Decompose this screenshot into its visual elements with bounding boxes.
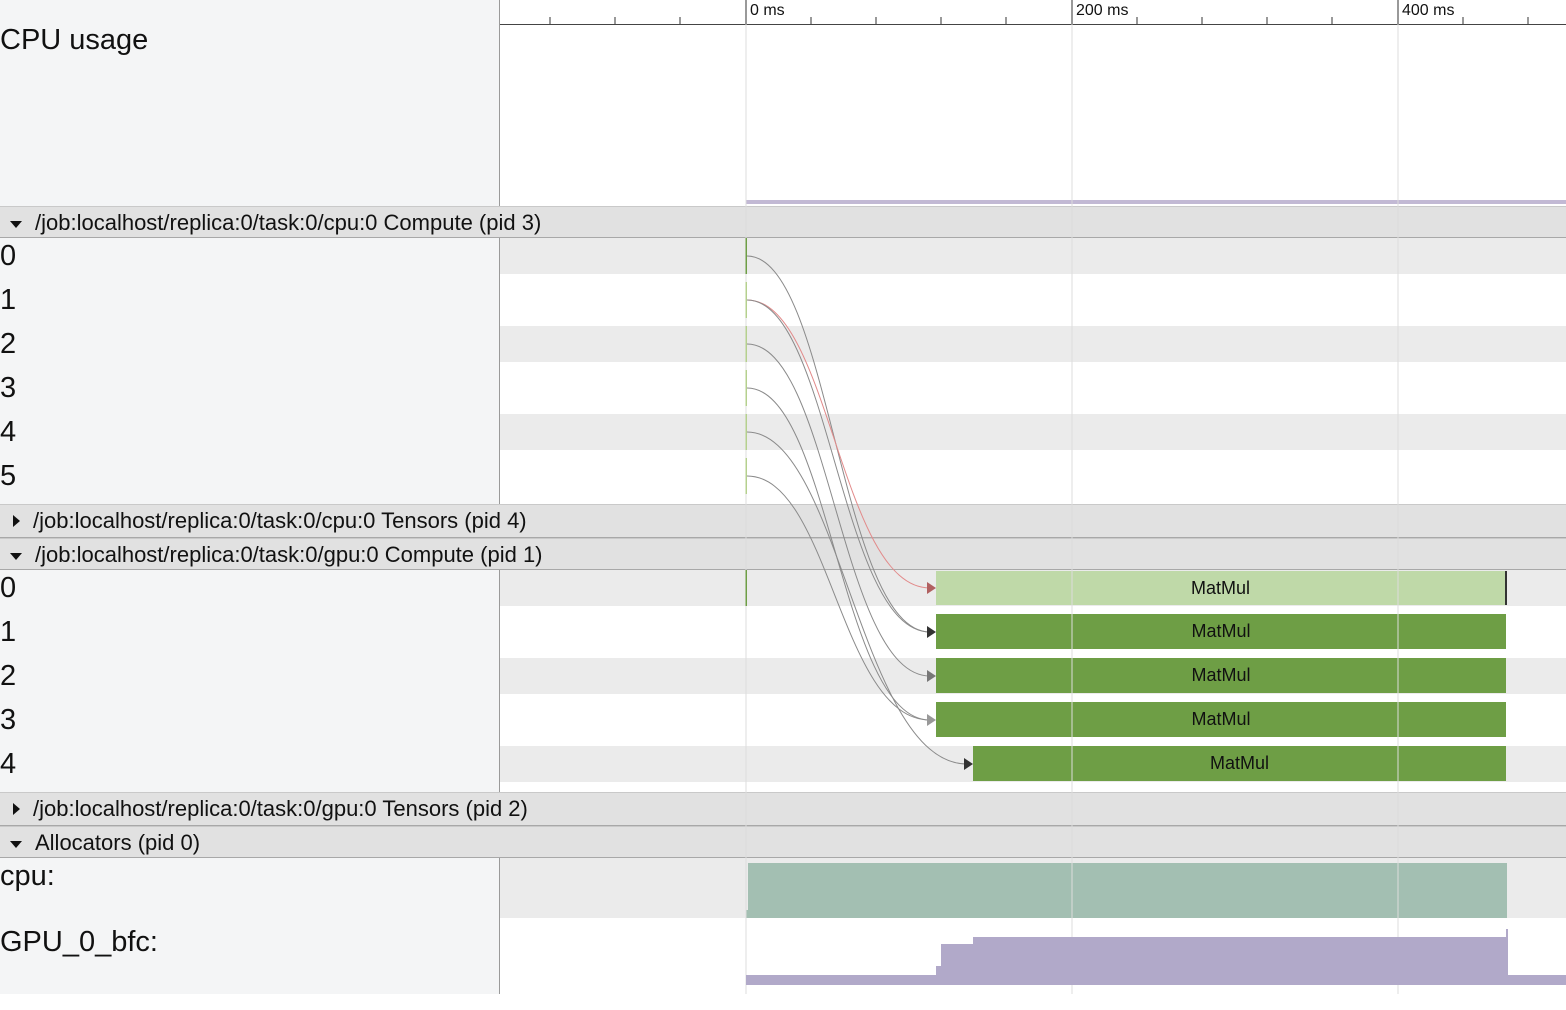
trace-viewer[interactable]: 0 ms 200 ms 400 ms CPU usage /job:localh… — [0, 0, 1566, 1010]
trace-overlay — [549, 0, 1566, 994]
gpu-allocator-counter — [746, 929, 1566, 985]
flow-arrows — [746, 255, 968, 765]
flow-arrowheads — [927, 582, 973, 770]
ruler-ticks — [549, 0, 1529, 24]
